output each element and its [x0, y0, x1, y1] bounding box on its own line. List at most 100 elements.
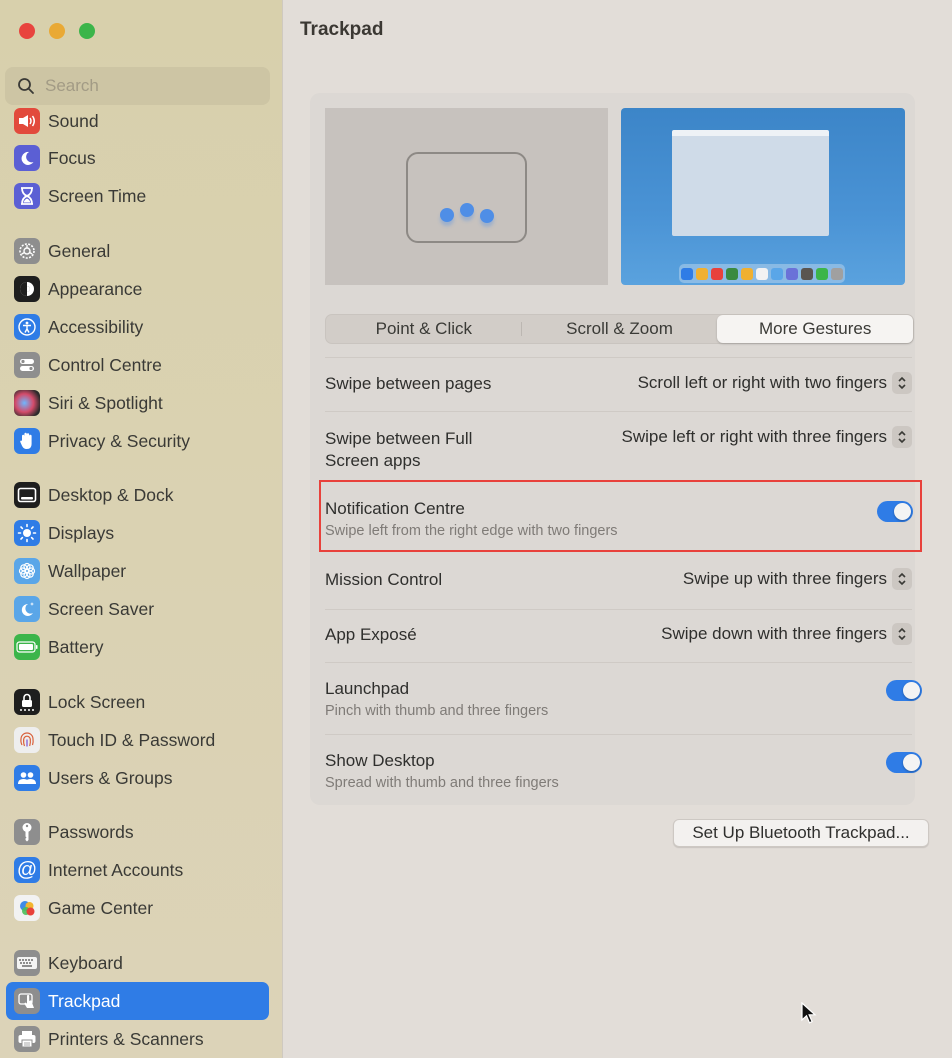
- launchpad-toggle[interactable]: [886, 680, 922, 701]
- sidebar-item-label: Appearance: [48, 278, 143, 299]
- window-controls: [19, 23, 95, 39]
- sidebar-item-screen-saver[interactable]: Screen Saver: [6, 590, 269, 628]
- swipe-pages-popup[interactable]: Scroll left or right with two fingers: [638, 372, 912, 394]
- gesture-preview-screen: [621, 108, 905, 285]
- sidebar-item-game-center[interactable]: Game Center: [6, 889, 269, 927]
- sidebar-item-label: Privacy & Security: [48, 430, 190, 451]
- popup-value: Scroll left or right with two fingers: [637, 373, 887, 392]
- setting-label-line: Swipe between Full: [325, 429, 473, 448]
- search-input[interactable]: [45, 76, 245, 96]
- sidebar-item-label: Accessibility: [48, 316, 144, 337]
- hand-icon: [14, 428, 40, 454]
- accessibility-icon: [14, 314, 40, 340]
- setting-subtitle: Spread with thumb and three fingers: [325, 775, 559, 791]
- maximize-button[interactable]: [79, 23, 95, 39]
- sidebar-item-label: Wallpaper: [48, 560, 127, 581]
- sidebar-item-desktop-dock[interactable]: Desktop & Dock: [6, 476, 269, 514]
- sidebar-item-keyboard[interactable]: Keyboard: [6, 944, 269, 982]
- sidebar-item-touch-id[interactable]: Touch ID & Password: [6, 721, 269, 759]
- sidebar-item-screen-time[interactable]: Screen Time: [6, 177, 269, 215]
- settings-panel: Point & Click Scroll & Zoom More Gesture…: [310, 93, 922, 805]
- setting-label: Show Desktop: [325, 751, 435, 770]
- setting-label: App Exposé: [325, 625, 417, 644]
- setting-row-swipe-pages: Swipe between pages Scroll left or right…: [325, 357, 912, 411]
- chevron-updown-icon: [892, 568, 912, 590]
- sidebar-item-sound[interactable]: Sound: [6, 103, 269, 140]
- gear-icon: [14, 238, 40, 264]
- setting-label: Launchpad: [325, 679, 410, 698]
- sidebar-item-lock-screen[interactable]: Lock Screen: [6, 683, 269, 721]
- sidebar-item-label: Touch ID & Password: [48, 729, 216, 750]
- app-expose-popup[interactable]: Swipe down with three fingers: [661, 623, 912, 645]
- setting-row-mission-control: Mission Control Swipe up with three fing…: [325, 555, 912, 609]
- notification-centre-toggle[interactable]: [877, 501, 913, 522]
- speaker-icon: [14, 108, 40, 134]
- page-title: Trackpad: [300, 19, 384, 40]
- sidebar-item-general[interactable]: General: [6, 232, 269, 270]
- sidebar-item-accessibility[interactable]: Accessibility: [6, 308, 269, 346]
- battery-icon: [14, 634, 40, 660]
- lock-icon: [14, 689, 40, 715]
- search-icon: [18, 78, 34, 94]
- tab-point-click[interactable]: Point & Click: [326, 315, 522, 343]
- sidebar-item-label: General: [48, 240, 111, 261]
- fingerprint-icon: [14, 727, 40, 753]
- sidebar-item-users-groups[interactable]: Users & Groups: [6, 759, 269, 797]
- minimize-button[interactable]: [49, 23, 65, 39]
- tab-scroll-zoom[interactable]: Scroll & Zoom: [522, 315, 718, 343]
- screensaver-moon-icon: [14, 596, 40, 622]
- sidebar-item-control-centre[interactable]: Control Centre: [6, 346, 269, 384]
- sidebar-item-label: Internet Accounts: [48, 859, 184, 880]
- sidebar-item-trackpad[interactable]: Trackpad: [6, 982, 269, 1020]
- sidebar-item-label: Lock Screen: [48, 691, 146, 712]
- setup-bluetooth-trackpad-button[interactable]: Set Up Bluetooth Trackpad...: [673, 819, 929, 847]
- setting-row-app-expose: App Exposé Swipe down with three fingers: [325, 609, 912, 663]
- chevron-updown-icon: [892, 426, 912, 448]
- search-field[interactable]: [5, 67, 270, 105]
- sidebar-item-siri-spotlight[interactable]: Siri & Spotlight: [6, 384, 269, 422]
- sidebar-item-privacy-security[interactable]: Privacy & Security: [6, 422, 269, 460]
- tab-label: Point & Click: [375, 319, 473, 338]
- show-desktop-toggle[interactable]: [886, 752, 922, 773]
- sidebar-item-displays[interactable]: Displays: [6, 514, 269, 552]
- popup-value: Swipe left or right with three fingers: [621, 427, 887, 446]
- sidebar-item-label: Screen Time: [48, 185, 147, 206]
- sidebar-item-label: Focus: [48, 147, 96, 168]
- sidebar-item-appearance[interactable]: Appearance: [6, 270, 269, 308]
- tab-label: More Gestures: [758, 319, 872, 338]
- users-icon: [14, 765, 40, 791]
- swipe-fullscreen-popup[interactable]: Swipe left or right with three fingers: [621, 426, 912, 448]
- flower-icon: [14, 558, 40, 584]
- siri-icon: [14, 390, 40, 416]
- trackpad-icon: [14, 988, 40, 1014]
- chevron-updown-icon: [892, 623, 912, 645]
- setting-label: Notification Centre: [325, 499, 465, 518]
- sidebar-item-passwords[interactable]: Passwords: [6, 813, 269, 851]
- sidebar-item-printers-scanners[interactable]: Printers & Scanners: [6, 1020, 269, 1058]
- appearance-icon: [14, 276, 40, 302]
- sidebar-item-internet-accounts[interactable]: @ Internet Accounts: [6, 851, 269, 889]
- keyboard-icon: [14, 950, 40, 976]
- key-icon: [14, 819, 40, 845]
- sidebar-item-label: Screen Saver: [48, 598, 155, 619]
- mouse-cursor-icon: [801, 1002, 817, 1024]
- sidebar-list: Sound Focus Screen Time General Appearan…: [0, 103, 282, 1058]
- sidebar-item-battery[interactable]: Battery: [6, 628, 269, 666]
- close-button[interactable]: [19, 23, 35, 39]
- mission-control-popup[interactable]: Swipe up with three fingers: [683, 568, 912, 590]
- sidebar-item-label: Control Centre: [48, 354, 162, 375]
- sidebar-item-label: Trackpad: [48, 990, 121, 1011]
- sidebar-item-focus[interactable]: Focus: [6, 139, 269, 177]
- setting-subtitle: Pinch with thumb and three fingers: [325, 703, 549, 719]
- setting-row-launchpad: Launchpad Pinch with thumb and three fin…: [325, 662, 922, 734]
- sidebar-item-label: Sound: [48, 110, 99, 131]
- sidebar-item-label: Desktop & Dock: [48, 484, 174, 505]
- tab-more-gestures[interactable]: More Gestures: [717, 315, 914, 343]
- tab-label: Scroll & Zoom: [566, 319, 673, 338]
- sidebar-item-label: Battery: [48, 636, 104, 657]
- setting-subtitle: Swipe left from the right edge with two …: [325, 523, 618, 539]
- finger-dot: [460, 203, 474, 217]
- finger-dot: [440, 208, 454, 222]
- sidebar-item-wallpaper[interactable]: Wallpaper: [6, 552, 269, 590]
- hourglass-icon: [14, 183, 40, 209]
